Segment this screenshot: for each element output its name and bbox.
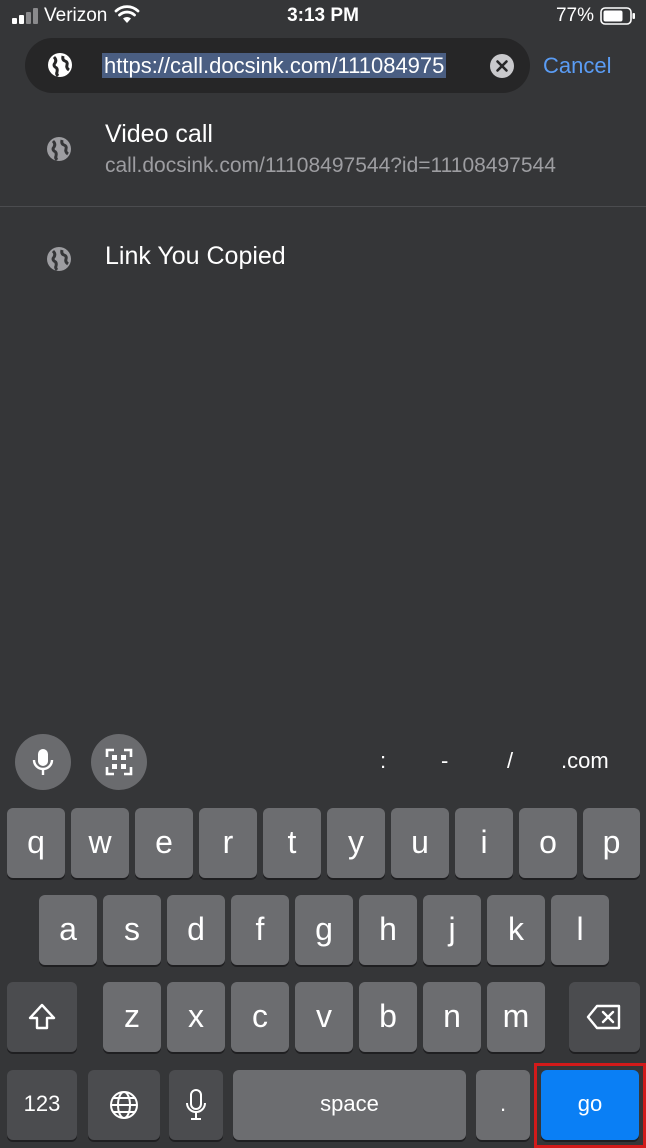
go-key[interactable]: go bbox=[541, 1070, 639, 1140]
key-d[interactable]: d bbox=[167, 895, 225, 965]
key-f[interactable]: f bbox=[231, 895, 289, 965]
key-z[interactable]: z bbox=[103, 982, 161, 1052]
key-s[interactable]: s bbox=[103, 895, 161, 965]
globe-key[interactable] bbox=[88, 1070, 160, 1140]
backspace-key[interactable] bbox=[569, 982, 640, 1052]
globe-icon bbox=[48, 53, 72, 78]
qr-scan-icon bbox=[105, 748, 133, 776]
accessory-key-colon[interactable]: : bbox=[380, 748, 386, 774]
globe-icon bbox=[47, 137, 71, 162]
shift-icon bbox=[28, 1003, 56, 1030]
key-h[interactable]: h bbox=[359, 895, 417, 965]
accessory-key-slash[interactable]: / bbox=[507, 748, 513, 774]
key-u[interactable]: u bbox=[391, 808, 449, 878]
numbers-key[interactable]: 123 bbox=[7, 1070, 77, 1140]
suggestion-title: Link You Copied bbox=[105, 242, 286, 270]
key-m[interactable]: m bbox=[487, 982, 545, 1052]
key-w[interactable]: w bbox=[71, 808, 129, 878]
key-b[interactable]: b bbox=[359, 982, 417, 1052]
space-key[interactable]: space bbox=[233, 1070, 466, 1140]
key-v[interactable]: v bbox=[295, 982, 353, 1052]
url-input[interactable]: https://call.docsink.com/111084975 bbox=[102, 52, 482, 80]
shift-key[interactable] bbox=[7, 982, 77, 1052]
backspace-icon bbox=[586, 1004, 621, 1030]
voice-search-button[interactable] bbox=[15, 734, 71, 790]
key-r[interactable]: r bbox=[199, 808, 257, 878]
dictation-key[interactable] bbox=[169, 1070, 223, 1140]
status-bar: Verizon 3:13 PM 77% bbox=[0, 0, 646, 32]
clock: 3:13 PM bbox=[287, 5, 359, 26]
key-t[interactable]: t bbox=[263, 808, 321, 878]
key-c[interactable]: c bbox=[231, 982, 289, 1052]
key-l[interactable]: l bbox=[551, 895, 609, 965]
key-n[interactable]: n bbox=[423, 982, 481, 1052]
key-x[interactable]: x bbox=[167, 982, 225, 1052]
key-a[interactable]: a bbox=[39, 895, 97, 965]
battery-icon bbox=[600, 7, 635, 25]
suggestion-link-you-copied[interactable]: Link You Copied bbox=[0, 228, 646, 290]
period-key[interactable]: . bbox=[476, 1070, 530, 1140]
qr-scan-button[interactable] bbox=[91, 734, 147, 790]
accessory-key-dotcom[interactable]: .com bbox=[561, 748, 609, 774]
accessory-key-dash[interactable]: - bbox=[441, 748, 448, 774]
mic-icon bbox=[186, 1089, 206, 1120]
globe-icon bbox=[110, 1091, 138, 1119]
globe-icon bbox=[47, 247, 71, 272]
suggestion-url: call.docsink.com/11108497544?id=11108497… bbox=[105, 154, 556, 177]
key-j[interactable]: j bbox=[423, 895, 481, 965]
key-y[interactable]: y bbox=[327, 808, 385, 878]
key-o[interactable]: o bbox=[519, 808, 577, 878]
battery-percent: 77% bbox=[555, 5, 594, 26]
cancel-button[interactable]: Cancel bbox=[543, 52, 611, 80]
suggestion-video-call[interactable]: Video call call.docsink.com/11108497544?… bbox=[0, 110, 646, 206]
key-k[interactable]: k bbox=[487, 895, 545, 965]
key-p[interactable]: p bbox=[583, 808, 640, 878]
key-i[interactable]: i bbox=[455, 808, 513, 878]
divider bbox=[0, 206, 646, 207]
key-q[interactable]: q bbox=[7, 808, 65, 878]
suggestion-title: Video call bbox=[105, 120, 213, 148]
mic-icon bbox=[32, 749, 54, 775]
clear-icon[interactable] bbox=[489, 53, 515, 79]
key-g[interactable]: g bbox=[295, 895, 353, 965]
key-e[interactable]: e bbox=[135, 808, 193, 878]
